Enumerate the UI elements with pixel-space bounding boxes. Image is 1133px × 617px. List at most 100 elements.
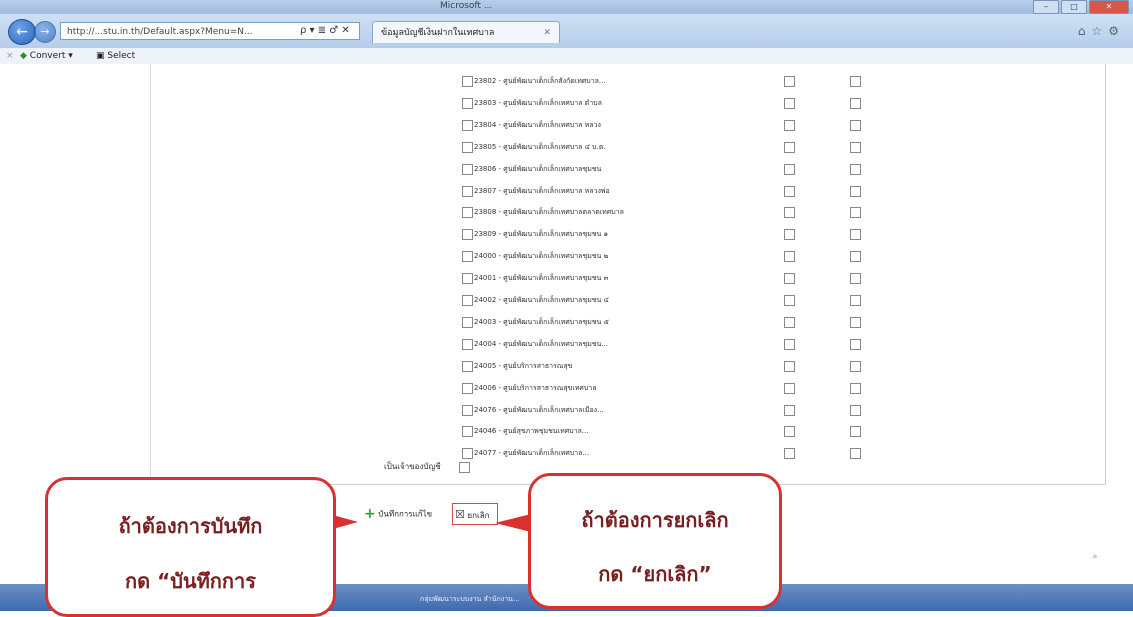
forward-button-icon[interactable]: → — [34, 21, 56, 43]
unit-label: 23803 - ศูนย์พัฒนาเด็กเล็กเทศบาล ตำบล — [474, 98, 602, 107]
browser-tab[interactable]: ข้อมูลบัญชีเงินฝากในเทศบาล ✕ — [372, 21, 560, 43]
select-checkbox[interactable] — [462, 229, 473, 241]
select-checkbox[interactable] — [462, 97, 473, 109]
list-item: 23805 - ศูนย์พัฒนาเด็กเล็กเทศบาล ๔ บ.ต. — [462, 140, 982, 156]
select-checkbox[interactable] — [462, 338, 473, 350]
option-checkbox-1[interactable] — [784, 141, 795, 153]
select-icon: ▣ — [96, 51, 105, 61]
cancel-icon: ☒ — [455, 508, 465, 521]
option-checkbox-2[interactable] — [850, 185, 861, 197]
list-item: 23803 - ศูนย์พัฒนาเด็กเล็กเทศบาล ตำบล — [462, 96, 982, 112]
callout-save-instruction: ถ้าต้องการบันทึก กด “บันทึกการ — [45, 477, 336, 617]
option-checkbox-2[interactable] — [850, 448, 861, 460]
window-title: Microsoft ... — [440, 1, 493, 11]
select-checkbox[interactable] — [462, 185, 473, 197]
select-checkbox[interactable] — [462, 382, 473, 394]
select-checkbox[interactable] — [462, 295, 473, 306]
unit-label: 24001 - ศูนย์พัฒนาเด็กเล็กเทศบาลชุมชน ๓ — [474, 274, 609, 283]
option-checkbox-2[interactable] — [850, 338, 861, 350]
option-checkbox-2[interactable] — [850, 229, 861, 241]
unit-label: 24000 - ศูนย์พัฒนาเด็กเล็กเทศบาลชุมชน ๒ — [474, 252, 609, 261]
select-checkbox[interactable] — [462, 273, 473, 285]
back-button-icon[interactable]: ← — [8, 19, 36, 45]
maximize-icon[interactable]: □ — [1061, 0, 1087, 14]
command-bar: × ◆ Convert ▾ ▣ Select — [0, 48, 1133, 65]
plus-icon: + — [364, 506, 376, 522]
owner-checkbox[interactable] — [459, 462, 470, 473]
option-checkbox-2[interactable] — [850, 404, 861, 416]
option-checkbox-2[interactable] — [850, 163, 861, 175]
callout-left-line1: ถ้าต้องการบันทึก — [118, 514, 263, 538]
list-item: 24077 - ศูนย์พัฒนาเด็กเล็กเทศบาล... — [462, 446, 982, 462]
select-button[interactable]: ▣ Select — [96, 48, 135, 64]
convert-button[interactable]: ◆ Convert ▾ — [20, 48, 73, 64]
save-button[interactable]: + บันทึกการแก้ไข — [364, 505, 452, 523]
select-checkbox[interactable] — [462, 404, 473, 416]
cancel-button-label: ยกเลิก — [467, 511, 490, 520]
list-item: 24001 - ศูนย์พัฒนาเด็กเล็กเทศบาลชุมชน ๓ — [462, 271, 982, 287]
list-item: 24005 - ศูนย์บริการสาธารณสุข — [462, 359, 982, 375]
unit-label: 23809 - ศูนย์พัฒนาเด็กเล็กเทศบาลชุมชน ๑ — [474, 230, 609, 239]
callout-right-pointer — [495, 514, 531, 532]
command-bar-close-icon[interactable]: × — [6, 48, 14, 64]
option-checkbox-1[interactable] — [784, 360, 795, 372]
select-checkbox[interactable] — [462, 251, 473, 263]
option-checkbox-1[interactable] — [784, 185, 795, 197]
select-checkbox[interactable] — [462, 316, 473, 328]
option-checkbox-2[interactable] — [850, 273, 861, 285]
option-checkbox-2[interactable] — [850, 141, 861, 153]
select-checkbox[interactable] — [462, 360, 473, 372]
select-checkbox[interactable] — [462, 141, 473, 153]
option-checkbox-1[interactable] — [784, 163, 795, 175]
option-checkbox-1[interactable] — [784, 207, 795, 219]
list-item: 23808 - ศูนย์พัฒนาเด็กเล็กเทศบาลตลาดเทศบ… — [462, 205, 982, 221]
option-checkbox-2[interactable] — [850, 97, 861, 109]
window-controls: – □ ✕ — [1033, 0, 1129, 14]
select-checkbox[interactable] — [462, 163, 473, 175]
option-checkbox-1[interactable] — [784, 251, 795, 263]
select-checkbox[interactable] — [462, 207, 473, 219]
option-checkbox-2[interactable] — [850, 76, 861, 87]
option-checkbox-1[interactable] — [784, 76, 795, 87]
option-checkbox-2[interactable] — [850, 316, 861, 328]
option-checkbox-2[interactable] — [850, 360, 861, 372]
option-checkbox-1[interactable] — [784, 448, 795, 460]
convert-label: Convert — [29, 51, 66, 61]
list-item: 24046 - ศูนย์สุขภาพชุมชนเทศบาล... — [462, 424, 982, 440]
option-checkbox-2[interactable] — [850, 382, 861, 394]
option-checkbox-1[interactable] — [784, 295, 795, 306]
option-checkbox-1[interactable] — [784, 229, 795, 241]
select-checkbox[interactable] — [462, 76, 473, 87]
unit-label: 23807 - ศูนย์พัฒนาเด็กเล็กเทศบาล หลวงพ่อ — [474, 186, 610, 195]
option-checkbox-1[interactable] — [784, 338, 795, 350]
option-checkbox-2[interactable] — [850, 295, 861, 306]
select-checkbox[interactable] — [462, 426, 473, 438]
close-window-icon[interactable]: ✕ — [1089, 0, 1129, 14]
unit-label: 23802 - ศูนย์พัฒนาเด็กเล็กสังกัดเทศบาล..… — [474, 77, 606, 85]
tab-close-icon[interactable]: ✕ — [543, 22, 551, 43]
select-checkbox[interactable] — [462, 448, 473, 460]
save-button-label: บันทึกการแก้ไข — [378, 509, 433, 519]
option-checkbox-1[interactable] — [784, 273, 795, 285]
option-checkbox-1[interactable] — [784, 404, 795, 416]
option-checkbox-1[interactable] — [784, 382, 795, 394]
option-checkbox-1[interactable] — [784, 316, 795, 328]
browser-toolbar-icons[interactable]: ⌂☆⚙ — [1078, 24, 1125, 38]
option-checkbox-2[interactable] — [850, 426, 861, 438]
unit-label: 23806 - ศูนย์พัฒนาเด็กเล็กเทศบาลชุมชน — [474, 164, 602, 173]
unit-label: 24076 - ศูนย์พัฒนาเด็กเล็กเทศบาลเมือง... — [474, 405, 604, 414]
address-controls[interactable]: ρ ▾ ≣ ♂ ✕ — [300, 22, 350, 40]
scroll-indicator-icon[interactable]: » — [1092, 552, 1098, 562]
option-checkbox-1[interactable] — [784, 119, 795, 131]
select-checkbox[interactable] — [462, 119, 473, 131]
option-checkbox-2[interactable] — [850, 207, 861, 219]
list-item: 24004 - ศูนย์พัฒนาเด็กเล็กเทศบาลชุมชน... — [462, 337, 982, 353]
option-checkbox-2[interactable] — [850, 251, 861, 263]
option-checkbox-2[interactable] — [850, 119, 861, 131]
cancel-button[interactable]: ☒ ยกเลิก — [452, 503, 498, 525]
minimize-icon[interactable]: – — [1033, 0, 1059, 14]
option-checkbox-1[interactable] — [784, 97, 795, 109]
unit-label: 24046 - ศูนย์สุขภาพชุมชนเทศบาล... — [474, 427, 589, 436]
callout-right-line2: กด “ยกเลิก” — [598, 562, 712, 586]
option-checkbox-1[interactable] — [784, 426, 795, 438]
